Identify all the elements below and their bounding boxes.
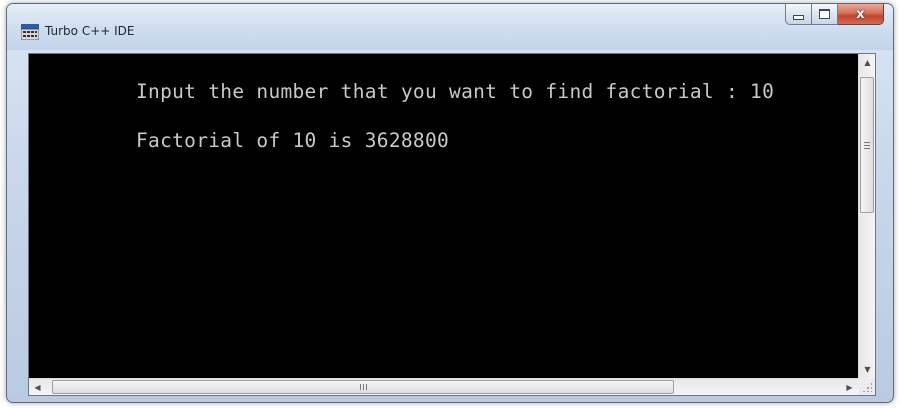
horizontal-scrollbar[interactable]: ◀ ▶ (29, 378, 858, 395)
turbo-cpp-app-icon (21, 24, 39, 40)
scroll-up-icon[interactable]: ▲ (859, 54, 876, 71)
vertical-scrollbar[interactable]: ▲ ▼ (858, 54, 875, 378)
title-bar[interactable]: Turbo C++ IDE x (7, 4, 893, 50)
close-button[interactable]: x (838, 4, 884, 25)
console-output[interactable]: Input the number that you want to find f… (29, 54, 858, 378)
scroll-right-icon[interactable]: ▶ (841, 379, 858, 396)
scroll-left-icon[interactable]: ◀ (29, 379, 46, 396)
maximize-icon (819, 9, 830, 19)
vertical-scroll-thumb[interactable] (860, 77, 874, 213)
minimize-icon (793, 14, 804, 20)
thumb-grip-icon (359, 384, 367, 390)
size-grip[interactable] (858, 378, 875, 395)
window-title: Turbo C++ IDE (45, 24, 135, 38)
resize-grip-icon (862, 382, 872, 392)
minimize-button[interactable] (785, 4, 812, 25)
caption-buttons: x (785, 4, 884, 26)
maximize-button[interactable] (812, 4, 838, 25)
console-line: Factorial of 10 is 3628800 (136, 129, 450, 152)
console-window: Turbo C++ IDE x Input the number that yo… (6, 3, 894, 403)
horizontal-scroll-thumb[interactable] (52, 380, 674, 394)
scroll-down-icon[interactable]: ▼ (859, 361, 876, 378)
console-client-area: Input the number that you want to find f… (28, 53, 876, 396)
console-line: Input the number that you want to find f… (136, 80, 775, 103)
close-icon: x (856, 6, 865, 22)
thumb-grip-icon (864, 141, 870, 149)
